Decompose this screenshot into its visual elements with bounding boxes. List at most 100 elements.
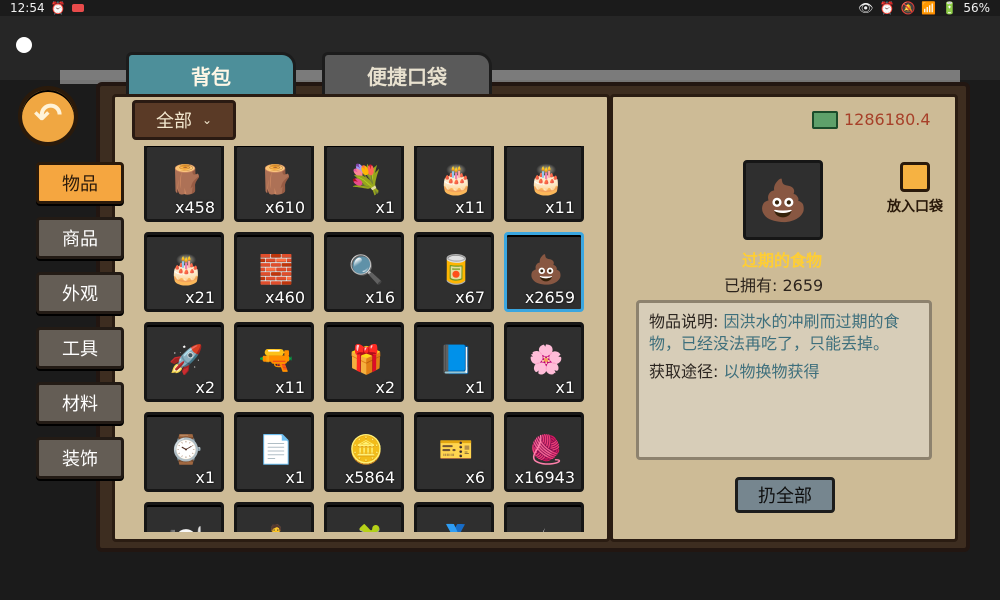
- item-count: x1: [555, 378, 575, 397]
- item-slot[interactable]: 🪵 x610: [234, 146, 314, 222]
- item-slot[interactable]: 🥫 x67: [414, 232, 494, 312]
- back-button[interactable]: ↶: [18, 86, 78, 146]
- source-text: 以物换物获得: [723, 362, 820, 381]
- category-decor-label: 装饰: [62, 449, 98, 470]
- status-bar: 12:54 ⏰ 👁 ⏰ 🔕 📶 🔋 56%: [0, 0, 1000, 16]
- item-slot[interactable]: 🎂 x11: [504, 146, 584, 222]
- items-grid: 🪵 x458 🪵 x610 💐 x1 🎂 x11 🎂 x11 🎂 x21 🧱 x460 🔍 x16 🥫 x67 💩 x…: [144, 146, 592, 532]
- category-items-label: 物品: [62, 174, 98, 195]
- category-goods[interactable]: 商品: [36, 217, 124, 259]
- figure-icon: 🧍: [247, 513, 305, 533]
- category-tools[interactable]: 工具: [36, 327, 124, 369]
- item-count: x6: [465, 468, 485, 487]
- item-slot[interactable]: 💩 x2659: [504, 232, 584, 312]
- item-count: x11: [455, 198, 485, 217]
- chevron-down-icon: ⌄: [201, 113, 213, 127]
- item-count: x5864: [344, 468, 395, 487]
- throw-all-button[interactable]: 扔全部: [735, 477, 835, 513]
- category-appearance[interactable]: 外观: [36, 272, 124, 314]
- tab-backpack-label: 背包: [191, 65, 231, 89]
- item-count: x11: [275, 378, 305, 397]
- item-count: x610: [264, 198, 305, 217]
- wifi-icon: 📶: [921, 1, 937, 15]
- puzzle-icon: 🧩: [337, 513, 395, 533]
- game-screen: { "status":{"time":"12:54","battery":"56…: [0, 0, 1000, 600]
- item-slot[interactable]: 🧱 x460: [234, 232, 314, 312]
- selected-item-preview: 💩: [743, 160, 823, 240]
- category-appearance-label: 外观: [62, 284, 98, 305]
- put-in-pocket-button[interactable]: 放入口袋: [880, 162, 950, 218]
- item-count: x2659: [524, 288, 575, 307]
- notification-icon: [71, 4, 84, 12]
- item-count: x16943: [514, 468, 575, 487]
- item-slot[interactable]: 📘 x1: [414, 322, 494, 402]
- camera-dot: [16, 37, 32, 53]
- item-count: x1: [285, 468, 305, 487]
- category-materials[interactable]: 材料: [36, 382, 124, 424]
- item-slot[interactable]: 🏅: [414, 502, 494, 532]
- item-count: x21: [185, 288, 215, 307]
- item-slot[interactable]: 🧶 x16943: [504, 412, 584, 492]
- item-slot[interactable]: ⌚ x1: [144, 412, 224, 492]
- item-count: x67: [455, 288, 485, 307]
- source-label: 获取途径:: [649, 362, 719, 381]
- item-count: x1: [375, 198, 395, 217]
- item-count: x16: [365, 288, 395, 307]
- put-in-pocket-label: 放入口袋: [887, 199, 943, 215]
- category-goods-label: 商品: [62, 229, 98, 250]
- cash-icon: [812, 110, 838, 129]
- category-materials-label: 材料: [62, 394, 98, 415]
- desc-label: 物品说明:: [649, 312, 719, 331]
- badge-icon: 🏅: [427, 513, 485, 533]
- status-time: 12:54: [10, 1, 45, 15]
- category-decor[interactable]: 装饰: [36, 437, 124, 479]
- description-box: 物品说明: 因洪水的冲刷而过期的食物，已经没法再吃了，只能丢掉。 获取途径: 以…: [636, 300, 932, 460]
- item-slot[interactable]: 💐 x1: [324, 146, 404, 222]
- download-icon: [900, 162, 930, 192]
- back-arrow-icon: ↶: [33, 96, 63, 136]
- selected-item-name: 过期的食物: [741, 251, 822, 270]
- item-slot[interactable]: 📄 x1: [234, 412, 314, 492]
- expired-food-icon: 💩: [758, 177, 808, 224]
- money-display: 1286180.4: [812, 110, 931, 129]
- item-slot[interactable]: 🔍 x16: [324, 232, 404, 312]
- item-count: x11: [545, 198, 575, 217]
- money-amount: 1286180.4: [844, 110, 931, 129]
- item-slot[interactable]: 🎂 x21: [144, 232, 224, 312]
- eye-icon: 👁: [858, 1, 874, 15]
- selected-item-owned: 已拥有: 2659: [724, 276, 824, 295]
- category-items[interactable]: 物品: [36, 162, 124, 204]
- category-list: 物品 商品 外观 工具 材料 装饰: [36, 162, 124, 492]
- category-tools-label: 工具: [62, 339, 98, 360]
- item-count: x460: [264, 288, 305, 307]
- item-count: x458: [174, 198, 215, 217]
- item-slot[interactable]: 🎁 x2: [324, 322, 404, 402]
- clock-icon: ⏰: [50, 1, 66, 15]
- item-slot[interactable]: 🧍: [234, 502, 314, 532]
- plate-icon: 🍽️: [157, 513, 215, 533]
- item-count: x2: [375, 378, 395, 397]
- item-slot[interactable]: 🌸 x1: [504, 322, 584, 402]
- item-slot[interactable]: 🚀 x2: [144, 322, 224, 402]
- item-slot[interactable]: 🪙 x5864: [324, 412, 404, 492]
- battery-icon: 🔋: [942, 1, 958, 15]
- item-count: x1: [195, 468, 215, 487]
- item-count: x2: [195, 378, 215, 397]
- item-slot[interactable]: 🍽️: [144, 502, 224, 532]
- filter-dropdown[interactable]: 全部 ⌄: [132, 100, 236, 140]
- alarm-icon: ⏰: [879, 1, 895, 15]
- item-slot[interactable]: 🎂 x11: [414, 146, 494, 222]
- item-slot[interactable]: 🔫 x11: [234, 322, 314, 402]
- tab-backpack[interactable]: 背包: [126, 52, 296, 96]
- mug-icon: ☕: [517, 513, 575, 533]
- item-slot[interactable]: 🪵 x458: [144, 146, 224, 222]
- item-slot[interactable]: 🎫 x6: [414, 412, 494, 492]
- mute-icon: 🔕: [900, 1, 916, 15]
- item-slot[interactable]: 🧩: [324, 502, 404, 532]
- item-count: x1: [465, 378, 485, 397]
- item-slot[interactable]: ☕: [504, 502, 584, 532]
- battery-percent: 56%: [963, 1, 990, 15]
- filter-label: 全部: [155, 111, 192, 132]
- throw-all-label: 扔全部: [758, 486, 812, 507]
- tab-pocket[interactable]: 便捷口袋: [322, 52, 492, 96]
